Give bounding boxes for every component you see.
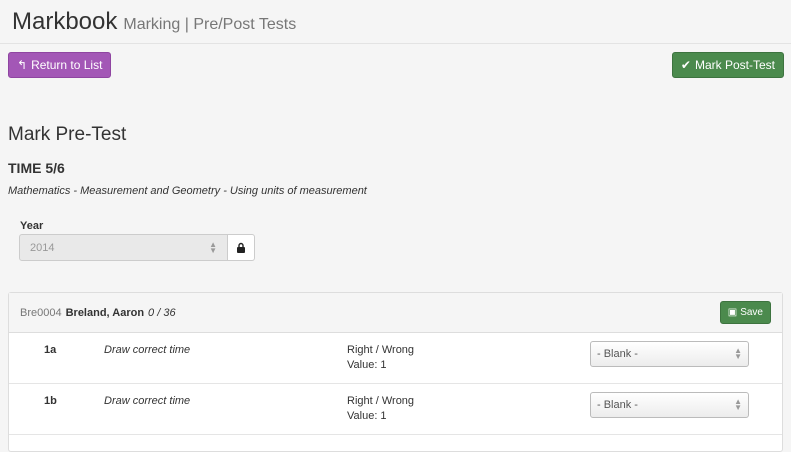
floppy-disk-icon: ▣	[727, 307, 738, 318]
question-value: Value: 1	[347, 359, 387, 371]
page-subtitle: Marking | Pre/Post Tests	[123, 16, 297, 33]
year-label: Year	[20, 220, 44, 232]
mark-select-value: - Blank -	[597, 348, 638, 360]
save-button[interactable]: ▣ Save	[719, 301, 771, 324]
select-arrows-icon: ▲ ▼	[734, 346, 742, 361]
question-row: 1b Draw correct time Right / Wrong Value…	[9, 384, 782, 435]
question-row: 1a Draw correct time Right / Wrong Value…	[9, 333, 782, 384]
spinner-icon[interactable]: ▲ ▼	[209, 240, 217, 254]
save-label: Save	[740, 307, 763, 318]
test-code: TIME 5/6	[8, 160, 65, 176]
toolbar: ↰ Return to List ✔ Mark Post-Test	[0, 52, 791, 86]
mark-select-value: - Blank -	[597, 399, 638, 411]
test-description: Mathematics - Measurement and Geometry -…	[8, 185, 367, 197]
question-marking: Right / Wrong	[347, 395, 415, 407]
question-value: Value: 1	[347, 410, 387, 422]
return-to-list-button[interactable]: ↰ Return to List	[8, 52, 112, 78]
question-number: 1a	[44, 344, 57, 356]
mark-post-test-button[interactable]: ✔ Mark Post-Test	[671, 52, 784, 78]
select-arrows-icon: ▲ ▼	[734, 397, 742, 412]
question-type: Right / Wrong Value: 1	[347, 394, 414, 424]
app-title: Markbook	[12, 8, 118, 35]
check-icon: ✔	[680, 58, 691, 72]
student-name: Breland, Aaron	[65, 306, 145, 319]
mark-post-test-label: Mark Post-Test	[694, 58, 775, 72]
question-text: Draw correct time	[104, 344, 191, 356]
page-header: Markbook Marking | Pre/Post Tests	[0, 0, 791, 44]
mark-select[interactable]: - Blank - ▲ ▼	[590, 341, 749, 367]
reply-arrow-icon: ↰	[17, 58, 28, 72]
question-type: Right / Wrong Value: 1	[347, 343, 414, 373]
question-text: Draw correct time	[104, 395, 191, 407]
lock-button[interactable]	[228, 234, 255, 261]
student-id: Bre0004	[20, 306, 62, 319]
year-value: 2014	[30, 241, 55, 254]
student-score: 0 / 36	[148, 306, 176, 319]
question-number: 1b	[44, 395, 57, 407]
year-field-group: 2014 ▲ ▼	[19, 234, 255, 261]
year-input[interactable]: 2014 ▲ ▼	[19, 234, 228, 261]
mark-select[interactable]: - Blank - ▲ ▼	[590, 392, 749, 418]
section-title: Mark Pre-Test	[8, 124, 127, 145]
return-to-list-label: Return to List	[31, 58, 103, 72]
student-panel: Bre0004 Breland, Aaron 0 / 36 ▣ Save 1a …	[8, 292, 783, 452]
lock-icon	[237, 242, 245, 253]
student-panel-header: Bre0004 Breland, Aaron 0 / 36 ▣ Save	[9, 293, 782, 333]
question-marking: Right / Wrong	[347, 344, 415, 356]
